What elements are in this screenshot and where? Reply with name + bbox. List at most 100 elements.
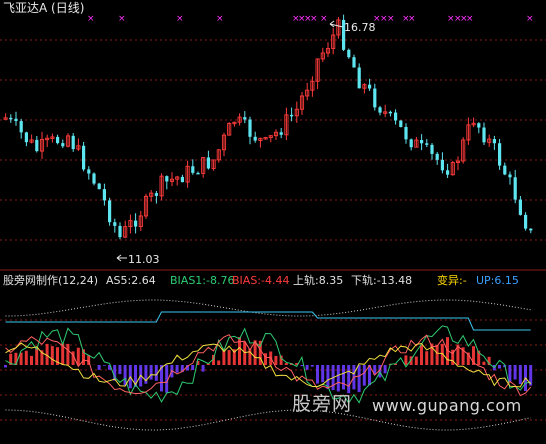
indicator-bar xyxy=(76,347,80,365)
signal-marker: × xyxy=(87,14,95,24)
indicator-bar xyxy=(24,350,28,365)
candle-body xyxy=(19,121,23,133)
candle-body xyxy=(243,117,247,120)
indicator-bar xyxy=(316,365,319,384)
lower-rail-value: 下轨:-13.48 xyxy=(351,274,413,287)
indicator-bar xyxy=(4,365,7,368)
indicator-bar xyxy=(336,365,340,392)
indicator-bar xyxy=(102,365,106,366)
indicator-bar xyxy=(342,365,345,390)
signal-marker: × xyxy=(216,14,224,24)
bias1-value: BIAS1:-8.76 xyxy=(170,274,235,287)
change-value: 变异:- xyxy=(437,274,467,287)
candle-body xyxy=(446,170,450,175)
candle-body xyxy=(253,136,257,141)
candle-body xyxy=(513,177,517,200)
candle-body xyxy=(388,111,392,114)
indicator-bar xyxy=(305,365,309,370)
indicator-bar xyxy=(321,365,325,383)
candle-body xyxy=(113,222,117,226)
candle-body xyxy=(394,112,398,121)
candle-body xyxy=(378,107,382,113)
watermark-site-name: 股旁网 xyxy=(292,393,353,415)
candle-body xyxy=(404,126,408,140)
indicator-bar xyxy=(50,346,54,365)
upper-rail-value: 上轨:8.35 xyxy=(293,274,344,287)
signal-marker: × xyxy=(176,14,184,24)
candle-body xyxy=(165,176,169,182)
upper-rail-line xyxy=(5,299,531,317)
candlesticks xyxy=(3,14,533,240)
candle-body xyxy=(430,144,434,154)
indicator-bar xyxy=(66,343,70,365)
candle-body xyxy=(290,114,294,117)
indicator-bar xyxy=(243,341,247,365)
indicator-bar xyxy=(518,365,522,385)
indicator-bar xyxy=(414,356,418,365)
signal-marker: × xyxy=(408,14,416,24)
indicator-bar xyxy=(300,365,304,367)
signal-marker: × xyxy=(118,14,126,24)
candle-body xyxy=(503,165,507,175)
indicator-bar xyxy=(498,365,501,369)
candle-body xyxy=(498,143,502,166)
candle-body xyxy=(352,57,356,68)
candle-body xyxy=(191,166,195,173)
signal-marker: × xyxy=(310,14,318,24)
extreme-arrows xyxy=(116,20,344,262)
indicator-bar xyxy=(201,365,205,372)
indicator-bar xyxy=(175,365,179,373)
indicator-bar xyxy=(30,355,33,365)
candle-body xyxy=(492,139,496,144)
candle-body xyxy=(425,143,429,145)
candle-body xyxy=(357,67,361,89)
indicator-bar xyxy=(227,350,231,365)
indicator-bar xyxy=(383,365,387,374)
indicator-bar xyxy=(191,365,195,371)
indicator-bar xyxy=(97,365,101,370)
low-price-label: 11.03 xyxy=(128,253,160,266)
indicator-bar xyxy=(347,365,351,394)
as5-value: AS5:2.64 xyxy=(106,274,156,287)
indicator-bar xyxy=(435,345,439,365)
candle-body xyxy=(518,199,522,215)
indicator-bar xyxy=(118,365,122,375)
candle-body xyxy=(508,174,512,178)
watermark-site-url: www.gupang.com xyxy=(372,396,522,415)
signal-marker: × xyxy=(526,14,534,24)
candle-body xyxy=(180,176,184,183)
price-chart[interactable]: × × × × ×××× × × × × ×× × ××× × xyxy=(0,0,546,444)
candle-body xyxy=(14,118,18,122)
signal-marker: × xyxy=(466,14,474,24)
indicator-bar xyxy=(310,365,314,367)
candle-body xyxy=(61,143,65,147)
indicator-bar xyxy=(357,365,361,393)
candle-body xyxy=(279,132,283,135)
candle-body xyxy=(347,49,351,58)
candle-body xyxy=(477,123,481,128)
candle-body xyxy=(9,117,13,120)
candle-body xyxy=(206,157,210,169)
chart-window: × × × × × × × × × × × × × × × × × × × 飞亚达A (日线) 16.78 11.0… xyxy=(0,0,546,444)
indicator-bar xyxy=(149,365,153,380)
candle-body xyxy=(87,169,91,174)
candle-body xyxy=(196,172,200,175)
candle-body xyxy=(154,193,158,196)
signal-marker: × xyxy=(387,14,395,24)
up-value: UP:6.15 xyxy=(476,274,519,287)
signal-markers: × × × × ×××× × × × × ×× × ××× × xyxy=(87,14,534,24)
candle-body xyxy=(409,139,413,148)
candle-body xyxy=(420,140,424,144)
candle-body xyxy=(248,119,252,137)
indicator-bar xyxy=(425,351,429,365)
indicator-name[interactable]: 股旁网制作(12,24) xyxy=(3,274,98,287)
candle-body xyxy=(435,153,439,160)
indicator-bar xyxy=(248,348,252,365)
candle-body xyxy=(118,225,122,238)
candle-body xyxy=(92,173,96,184)
bias-value: BIAS:-4.44 xyxy=(232,274,290,287)
candle-body xyxy=(108,200,112,223)
candle-body xyxy=(529,228,533,231)
candle-body xyxy=(134,220,138,227)
candle-body xyxy=(71,135,75,150)
